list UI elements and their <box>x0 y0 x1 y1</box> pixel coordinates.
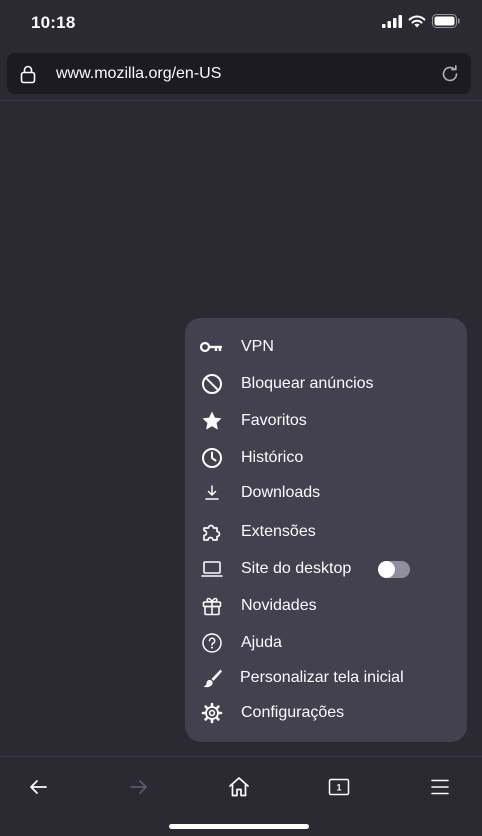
menu-item-label: VPN <box>241 338 274 355</box>
menu-item-label: Favoritos <box>241 412 307 429</box>
page-menu: VPN Bloquear anúncios Favoritos Históric… <box>185 318 467 742</box>
menu-item-customize-homepage[interactable]: Personalizar tela inicial <box>185 660 467 696</box>
wifi-icon <box>408 15 426 27</box>
menu-item-downloads[interactable]: Downloads <box>185 475 467 511</box>
menu-item-label: Personalizar tela inicial <box>240 669 404 686</box>
menu-item-settings[interactable]: Configurações <box>185 695 467 731</box>
toggle-knob <box>378 561 395 578</box>
menu-item-label: Novidades <box>241 597 317 614</box>
status-time: 10:18 <box>31 13 76 32</box>
menu-icon <box>431 779 449 795</box>
lock-icon <box>20 65 36 84</box>
help-icon <box>199 631 225 655</box>
forward-icon <box>130 780 147 794</box>
status-bar: 10:18 <box>0 0 482 46</box>
signal-icon <box>382 14 402 28</box>
menu-item-label: Site do desktop <box>241 560 352 577</box>
forward-button[interactable] <box>119 767 159 807</box>
status-icons <box>382 14 460 28</box>
gear-icon <box>199 701 225 725</box>
download-icon <box>199 481 225 505</box>
menu-item-label: Histórico <box>241 449 304 466</box>
menu-item-history[interactable]: Histórico <box>185 440 467 476</box>
menu-item-bookmarks[interactable]: Favoritos <box>185 403 467 439</box>
menu-item-label: Downloads <box>241 484 321 501</box>
laptop-icon <box>199 557 225 581</box>
star-icon <box>199 409 225 433</box>
desktop-site-toggle[interactable] <box>378 561 410 578</box>
menu-button[interactable] <box>420 767 460 807</box>
brush-icon <box>199 666 225 690</box>
menu-item-label: Configurações <box>241 704 345 721</box>
menu-item-desktop-site[interactable]: Site do desktop <box>185 551 467 587</box>
home-icon <box>229 777 249 797</box>
back-button[interactable] <box>18 767 58 807</box>
tabs-icon: 1 <box>328 778 350 796</box>
home-button[interactable] <box>219 767 259 807</box>
back-icon <box>30 780 47 794</box>
menu-item-label: Bloquear anúncios <box>241 375 374 392</box>
menu-item-label: Ajuda <box>241 634 282 651</box>
menu-item-block-ads[interactable]: Bloquear anúncios <box>185 366 467 402</box>
gift-icon <box>199 594 225 618</box>
menu-item-whats-new[interactable]: Novidades <box>185 588 467 624</box>
menu-item-extensions[interactable]: Extensões <box>185 514 467 550</box>
url-bar-divider <box>0 100 482 101</box>
battery-icon <box>432 14 460 28</box>
menu-item-help[interactable]: Ajuda <box>185 625 467 661</box>
key-icon <box>199 335 225 359</box>
reload-icon[interactable] <box>439 63 461 85</box>
url-bar[interactable]: www.mozilla.org/en-US <box>7 53 471 94</box>
menu-item-vpn[interactable]: VPN <box>185 329 467 365</box>
puzzle-icon <box>199 520 225 544</box>
block-icon <box>199 372 225 396</box>
tabs-button[interactable]: 1 <box>319 767 359 807</box>
tab-count: 1 <box>336 783 341 793</box>
home-indicator <box>169 824 309 829</box>
url-text[interactable]: www.mozilla.org/en-US <box>56 65 221 83</box>
menu-item-label: Extensões <box>241 523 316 540</box>
clock-icon <box>199 446 225 470</box>
